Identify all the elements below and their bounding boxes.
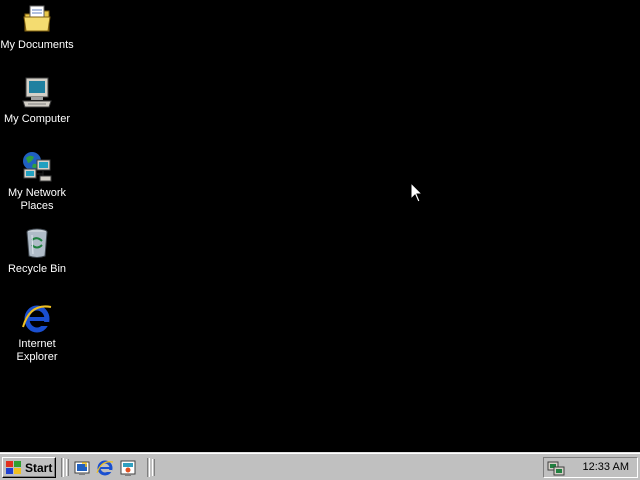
- task-area-handle[interactable]: [152, 459, 155, 476]
- internet-explorer-icon: [22, 305, 52, 333]
- desktop-icon-my-network-places[interactable]: My Network Places: [0, 150, 74, 213]
- internet-explorer-icon[interactable]: [96, 459, 114, 477]
- desktop-icon-label: My Documents: [0, 39, 74, 51]
- network-tray-icon[interactable]: [547, 459, 565, 476]
- system-tray: 12:33 AM: [543, 457, 638, 478]
- quick-launch-handle[interactable]: [66, 459, 69, 476]
- channels-icon[interactable]: [119, 459, 137, 477]
- desktop-icon-label: My Network Places: [7, 187, 67, 212]
- desktop-icon-internet-explorer[interactable]: Internet Explorer: [0, 301, 74, 364]
- clock[interactable]: 12:33 AM: [583, 461, 629, 473]
- start-label: Start: [25, 460, 53, 475]
- taskbar-separator: [61, 458, 64, 477]
- desktop-icon-label: My Computer: [3, 113, 71, 125]
- desktop-icon-my-documents[interactable]: My Documents: [0, 2, 74, 52]
- network-places-icon: [23, 152, 52, 182]
- desktop[interactable]: My Documents My Computer My Network Plac…: [0, 0, 640, 452]
- mouse-cursor-icon: [410, 182, 424, 203]
- windows-logo-icon: [6, 461, 21, 474]
- recycle-bin-icon: [26, 228, 48, 258]
- taskbar: Start 12:33 AM: [0, 452, 640, 480]
- desktop-icon-label: Internet Explorer: [16, 338, 58, 363]
- taskbar-separator: [147, 458, 150, 477]
- show-desktop-icon[interactable]: [73, 459, 91, 477]
- folder-documents-icon: [23, 5, 51, 32]
- start-button[interactable]: Start: [2, 457, 56, 478]
- computer-icon: [22, 77, 52, 108]
- desktop-icon-label: Recycle Bin: [7, 263, 67, 275]
- desktop-icon-my-computer[interactable]: My Computer: [0, 76, 74, 126]
- desktop-icon-recycle-bin[interactable]: Recycle Bin: [0, 226, 74, 276]
